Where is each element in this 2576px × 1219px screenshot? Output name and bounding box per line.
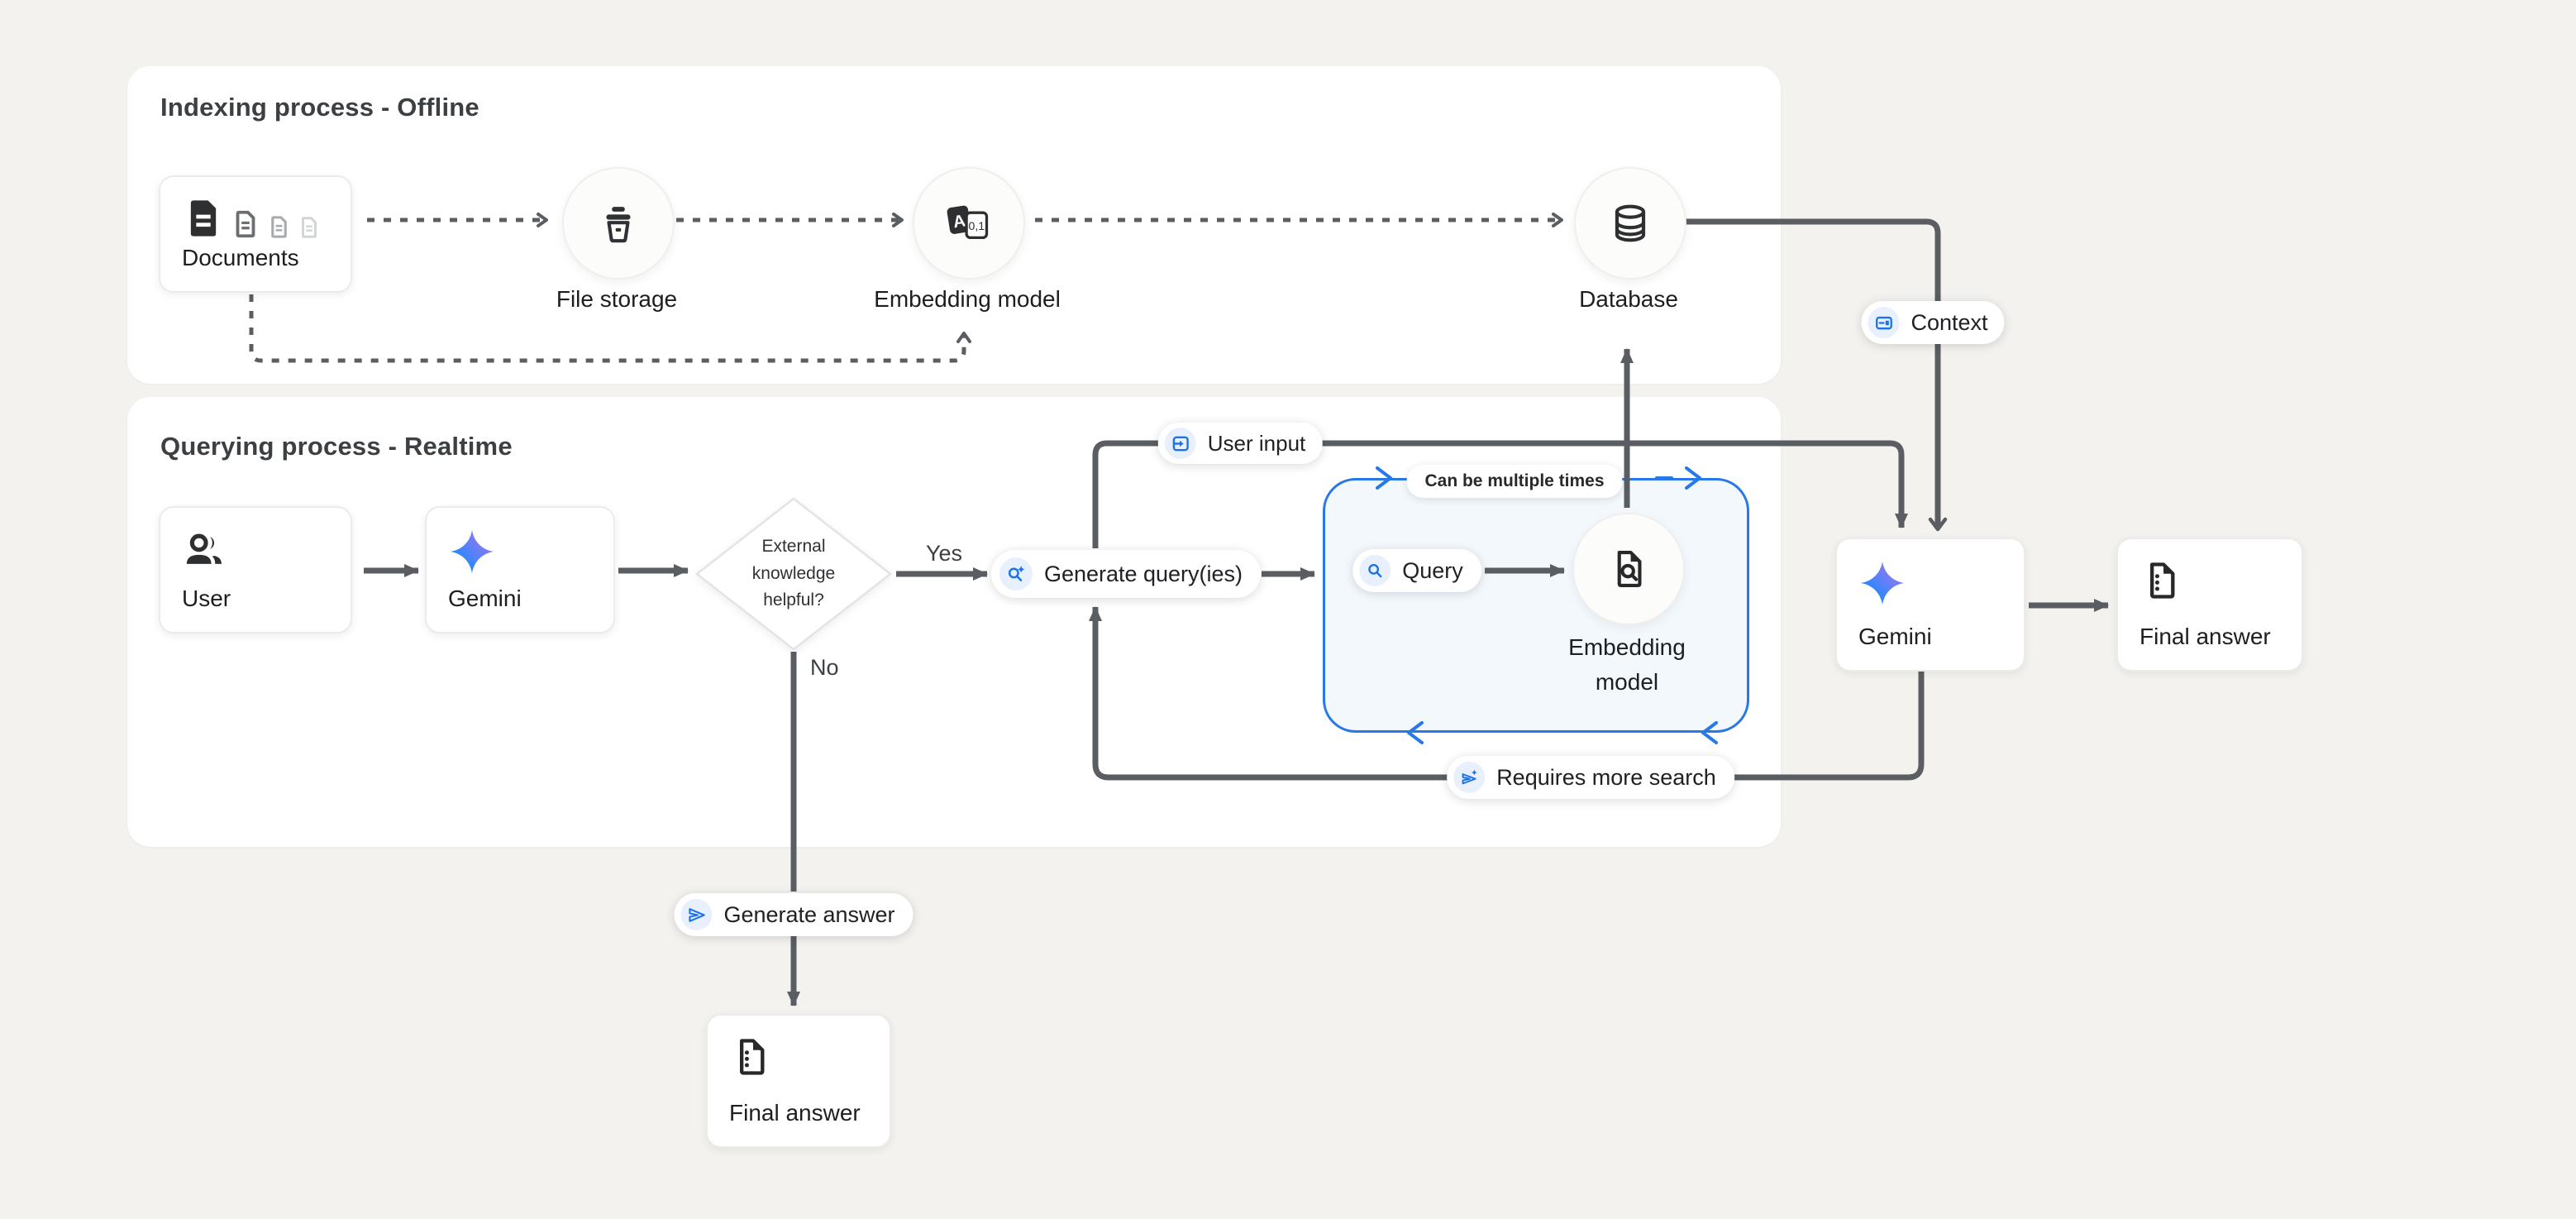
final-answer-bottom-label: Final answer xyxy=(729,1100,868,1126)
rag-architecture-diagram: Indexing process - Offline Documents Fil… xyxy=(0,0,2576,1219)
final-answer-right-node: Final answer xyxy=(2116,538,2303,672)
document-search-icon xyxy=(1607,547,1650,590)
file-storage-label: File storage xyxy=(493,286,741,313)
storage-bucket-icon xyxy=(597,202,640,245)
query-label: Query xyxy=(1402,558,1463,584)
no-label: No xyxy=(810,655,839,681)
documents-icon xyxy=(182,197,329,240)
database-icon xyxy=(1609,202,1652,245)
user-node: User xyxy=(159,506,352,633)
final-document-icon xyxy=(729,1035,772,1078)
gemini-right-label: Gemini xyxy=(1858,624,2002,650)
people-icon xyxy=(182,528,227,572)
search-icon xyxy=(1359,555,1391,586)
gemini-label: Gemini xyxy=(448,586,592,612)
final-answer-right-label: Final answer xyxy=(2140,624,2280,650)
loop-embedding-model-label: Embedding model xyxy=(1536,630,1718,700)
decision-diamond: External knowledge helpful? xyxy=(694,496,893,652)
requires-more-search-label: Requires more search xyxy=(1496,765,1716,791)
decision-text: External knowledge helpful? xyxy=(694,496,893,652)
embedding-model-label: Embedding model xyxy=(827,286,1108,313)
documents-node: Documents xyxy=(159,175,352,293)
generate-answer-label: Generate answer xyxy=(723,902,894,928)
user-label: User xyxy=(182,586,329,612)
can-be-multiple-times-badge: Can be multiple times xyxy=(1406,465,1622,498)
user-input-label: User input xyxy=(1208,431,1306,457)
send-icon xyxy=(680,899,712,930)
yes-label: Yes xyxy=(911,541,977,566)
context-badge: Context xyxy=(1861,301,2004,344)
requires-more-search-badge: Requires more search xyxy=(1447,756,1734,799)
input-arrow-icon xyxy=(1165,428,1196,459)
query-pill: Query xyxy=(1352,549,1481,592)
indexing-title: Indexing process - Offline xyxy=(160,93,479,122)
gemini-right-node: Gemini xyxy=(1835,538,2025,672)
gemini-star-icon xyxy=(1858,559,1906,607)
generate-answer-pill: Generate answer xyxy=(674,893,913,936)
user-input-badge: User input xyxy=(1158,423,1323,464)
database-node xyxy=(1574,167,1686,280)
file-storage-node xyxy=(562,167,675,280)
embedding-model-node: A 0,1 xyxy=(913,167,1025,280)
querying-title: Querying process - Realtime xyxy=(160,432,513,461)
generate-queries-label: Generate query(ies) xyxy=(1044,562,1243,587)
documents-label: Documents xyxy=(182,245,329,271)
loop-embedding-model-node xyxy=(1572,513,1685,625)
final-answer-bottom-node: Final answer xyxy=(706,1014,891,1148)
search-spark-icon xyxy=(999,557,1033,590)
context-article-icon xyxy=(1868,307,1899,338)
database-label: Database xyxy=(1505,286,1753,313)
generate-queries-pill: Generate query(ies) xyxy=(991,550,1261,598)
context-label: Context xyxy=(1911,310,1987,336)
final-document-icon xyxy=(2140,559,2182,602)
gemini-node: Gemini xyxy=(425,506,615,633)
send-spark-icon xyxy=(1453,762,1485,793)
text-to-vector-icon: A 0,1 xyxy=(943,201,995,246)
gemini-star-icon xyxy=(448,528,496,576)
svg-text:0,1: 0,1 xyxy=(969,219,985,232)
